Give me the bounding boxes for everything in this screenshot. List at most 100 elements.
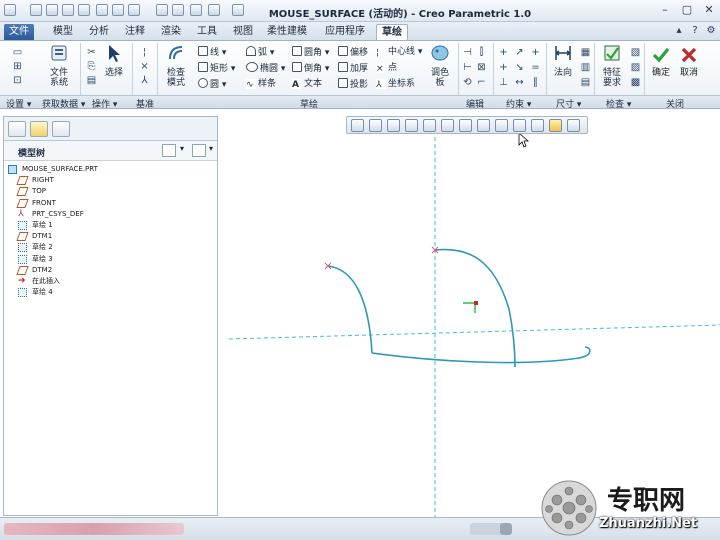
ellipse-button[interactable]: 椭圆 ▾ — [246, 62, 285, 74]
constraint-display-icon[interactable] — [549, 119, 562, 132]
tab-sketch[interactable]: 草绘 — [376, 24, 408, 40]
chamfer-button[interactable]: 倒角 ▾ — [292, 62, 329, 74]
circle-button[interactable]: 圆 ▾ — [198, 78, 226, 90]
close-window-icon[interactable] — [112, 4, 124, 16]
rectangle-button[interactable]: 矩形 ▾ — [198, 62, 235, 74]
vertical-constraint-icon[interactable]: + — [498, 47, 509, 58]
spline-button[interactable]: ∿ 样条 — [246, 78, 276, 90]
zoom-out-icon[interactable] — [387, 119, 400, 132]
highlight-open-ends-icon[interactable]: ▨ — [630, 62, 641, 73]
text-button[interactable]: A 文本 — [292, 78, 322, 90]
graphics-window[interactable] — [219, 109, 720, 517]
saved-orientations-icon[interactable] — [441, 119, 454, 132]
paste-icon[interactable]: ▤ — [86, 75, 97, 86]
refit-icon[interactable] — [351, 119, 364, 132]
select-button[interactable]: 选择 — [100, 43, 128, 78]
line-button[interactable]: 线 ▾ — [198, 46, 226, 58]
sketch-view-orient-icon[interactable] — [513, 119, 526, 132]
tab-view[interactable]: 视图 — [228, 24, 258, 40]
coord-system-button[interactable]: ⅄ 坐标系 — [376, 78, 415, 90]
sketch-setup-icon[interactable]: ▭ — [12, 47, 23, 58]
inspection-mode-button[interactable]: 检查 模式 — [162, 43, 190, 88]
symmetric-constraint-icon[interactable]: + — [530, 47, 541, 58]
minimize-ribbon-icon[interactable]: ▴ — [672, 25, 686, 38]
arc-button[interactable]: 弧 ▾ — [246, 46, 274, 58]
zoom-in-icon[interactable] — [369, 119, 382, 132]
divide-icon[interactable]: ⊢ — [462, 62, 473, 73]
tree-settings-dropdown-icon[interactable]: ▾ — [180, 144, 188, 153]
datum-centerline-icon[interactable]: ¦ — [139, 47, 150, 58]
sketcher-display-filters-icon[interactable] — [531, 119, 544, 132]
normal-dimension-button[interactable]: 法向 — [550, 43, 576, 78]
datum-point-icon[interactable]: × — [139, 61, 150, 72]
model-tree-tab-icon[interactable] — [8, 121, 26, 137]
group-label-setup[interactable]: 设置 ▾ — [6, 97, 31, 110]
vertex-display-icon[interactable] — [567, 119, 580, 132]
folder-browser-tab-icon[interactable] — [30, 121, 48, 137]
ok-button[interactable]: 确定 — [646, 45, 676, 78]
cut-icon[interactable]: ✂ — [86, 47, 97, 58]
minimize-button[interactable]: – — [654, 3, 676, 18]
equal-constraint-icon[interactable]: = — [530, 62, 541, 73]
show-dropdown-icon[interactable]: ▾ — [209, 144, 217, 153]
window-icon[interactable] — [96, 4, 108, 16]
settings-icon[interactable]: ⚙ — [704, 25, 718, 38]
spin-center-icon[interactable] — [495, 119, 508, 132]
datum-csys-icon[interactable]: ⅄ — [139, 75, 150, 86]
file-system-button[interactable]: 文件 系统 — [44, 43, 74, 88]
tab-analysis[interactable]: 分析 — [84, 24, 114, 40]
coincident-constraint-icon[interactable]: ↔ — [514, 77, 525, 88]
tangent-constraint-icon[interactable]: ↗ — [514, 47, 525, 58]
regen-icon[interactable] — [78, 4, 90, 16]
cancel-button[interactable]: 取消 — [674, 45, 704, 78]
midpoint-constraint-icon[interactable]: ↘ — [514, 62, 525, 73]
overlap-geometry-icon[interactable]: ▧ — [630, 47, 641, 58]
thicken-button[interactable]: 加厚 — [338, 62, 368, 74]
display-style-icon[interactable] — [423, 119, 436, 132]
print-icon[interactable] — [128, 4, 140, 16]
help-icon[interactable]: ? — [688, 25, 702, 38]
maximize-button[interactable]: ▢ — [676, 3, 698, 18]
tab-flexible-modeling[interactable]: 柔性建模 — [262, 24, 312, 40]
show-icon[interactable] — [192, 144, 206, 157]
status-icon[interactable] — [500, 523, 512, 535]
feature-requirements-button[interactable]: 特征 要求 — [598, 43, 626, 88]
centerline-button[interactable]: ¦ 中心线 ▾ — [376, 46, 422, 58]
delete-segment-icon[interactable]: ⊠ — [476, 62, 487, 73]
tab-file[interactable]: 文件 — [4, 24, 34, 40]
dimension-tools-icon-1[interactable]: ▦ — [580, 47, 591, 58]
verify-icon[interactable] — [172, 4, 184, 16]
tab-applications[interactable]: 应用程序 — [320, 24, 370, 40]
tab-tools[interactable]: 工具 — [192, 24, 222, 40]
dimension-tools-icon-2[interactable]: ▥ — [580, 62, 591, 73]
rotate-resize-icon[interactable]: ⟲ — [462, 77, 473, 88]
offset-button[interactable]: 偏移 — [338, 46, 368, 58]
horizontal-constraint-icon[interactable]: + — [498, 62, 509, 73]
datum-display-icon[interactable] — [477, 119, 490, 132]
undo-icon[interactable] — [208, 4, 220, 16]
references-icon[interactable]: ⊡ — [12, 75, 23, 86]
tree-settings-icon[interactable] — [162, 144, 176, 157]
copy-icon[interactable]: ⎘ — [86, 61, 97, 72]
repaint-icon[interactable] — [405, 119, 418, 132]
parallel-constraint-icon[interactable]: ∥ — [530, 77, 541, 88]
fillet-button[interactable]: 圆角 ▾ — [292, 46, 329, 58]
open-icon[interactable] — [46, 4, 58, 16]
regenerate-icon[interactable] — [156, 4, 168, 16]
shade-closed-loops-icon[interactable]: ▩ — [630, 77, 641, 88]
corner-icon[interactable]: ⌐ — [476, 77, 487, 88]
tab-model[interactable]: 模型 — [48, 24, 78, 40]
favorites-tab-icon[interactable] — [52, 121, 70, 137]
mirror-icon[interactable]: ⫿ — [476, 47, 487, 58]
redo-icon[interactable] — [232, 4, 244, 16]
view-manager-icon[interactable] — [459, 119, 472, 132]
palette-button[interactable]: 调色 板 — [426, 43, 454, 88]
tab-annotate[interactable]: 注释 — [120, 24, 150, 40]
close-button[interactable]: ✕ — [698, 3, 720, 18]
tab-render[interactable]: 渲染 — [156, 24, 186, 40]
modify-icon[interactable]: ⊣ — [462, 47, 473, 58]
point-button[interactable]: × 点 — [376, 62, 397, 74]
group-label-get-data[interactable]: 获取数据 ▾ — [42, 97, 85, 110]
dimension-tools-icon-3[interactable]: ▤ — [580, 77, 591, 88]
new-icon[interactable] — [30, 4, 42, 16]
